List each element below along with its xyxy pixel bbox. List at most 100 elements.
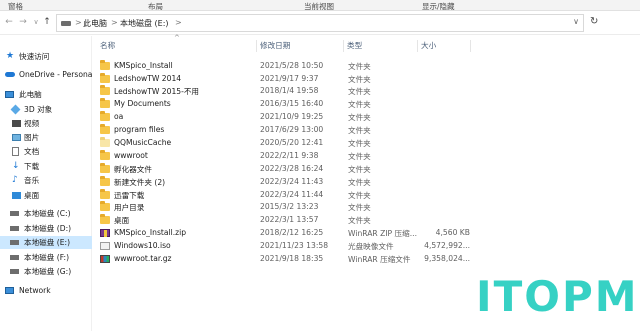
sidebar-item-music[interactable]: ♪ 音乐 (0, 174, 92, 187)
sidebar-item-label: 快速访问 (19, 52, 50, 61)
column-header-size[interactable]: 大小 (421, 40, 436, 54)
disc-image-icon (100, 242, 110, 250)
sidebar-item-desktop[interactable]: 桌面 (0, 189, 92, 202)
navigation-bar: ← → ∨ ↑ > 此电脑 > 本地磁盘 (E:) > ∨ ↻ (0, 11, 640, 35)
breadcrumb-separator[interactable]: > (75, 18, 82, 27)
file-name: 桌面 (114, 216, 130, 225)
file-row[interactable]: 用户目录 2015/3/2 13:23 文件夹 (96, 201, 470, 214)
file-type: 文件夹 (348, 203, 371, 212)
file-date: 2022/3/28 16:24 (260, 164, 324, 173)
arrow-left-icon[interactable]: ← (4, 16, 14, 28)
arrow-right-icon[interactable]: → (18, 16, 28, 28)
file-name: wwwroot (114, 151, 148, 160)
file-type: WinRAR 压缩文件 (348, 255, 411, 264)
file-type: 文件夹 (348, 191, 371, 200)
refresh-icon[interactable]: ↻ (590, 16, 598, 27)
file-row[interactable]: 新建文件夹 (2) 2022/3/24 11:43 文件夹 (96, 176, 470, 189)
column-divider[interactable] (417, 40, 418, 52)
file-date: 2020/5/20 12:41 (260, 138, 324, 147)
file-row[interactable]: QQMusicCache 2020/5/20 12:41 文件夹 (96, 137, 470, 150)
file-date: 2021/9/18 18:35 (260, 254, 324, 263)
sidebar-item-downloads[interactable]: ↓ 下载 (0, 160, 92, 173)
file-type: 文件夹 (348, 87, 371, 96)
folder-icon (100, 111, 110, 121)
sidebar-item-label: 视频 (24, 119, 40, 128)
sidebar-item-drive-f[interactable]: 本地磁盘 (F:) (0, 251, 92, 264)
file-row[interactable]: 桌面 2022/3/1 13:57 文件夹 (96, 214, 470, 227)
column-header-type[interactable]: 类型 (347, 40, 362, 54)
sidebar-item-drive-c[interactable]: 本地磁盘 (C:) (0, 207, 92, 220)
file-row[interactable]: LedshowTW 2015-不用 2018/1/4 19:58 文件夹 (96, 85, 470, 98)
column-divider[interactable] (256, 40, 257, 52)
file-type: 文件夹 (348, 113, 371, 122)
file-type: 文件夹 (348, 75, 371, 84)
file-name: Windows10.iso (114, 241, 171, 250)
download-icon: ↓ (12, 161, 20, 171)
folder-icon (100, 176, 110, 186)
file-row[interactable]: oa 2021/10/9 19:25 文件夹 (96, 111, 470, 124)
folder-icon (100, 73, 110, 83)
file-name: 孵化器文件 (114, 165, 152, 174)
file-date: 2015/3/2 13:23 (260, 202, 319, 211)
breadcrumb-this-pc[interactable]: 此电脑 (83, 18, 107, 29)
folder-icon (100, 98, 110, 108)
file-type: 光盘映像文件 (348, 242, 394, 251)
sidebar-item-label: Network (19, 286, 51, 295)
address-bar[interactable]: > 此电脑 > 本地磁盘 (E:) > ∨ (56, 14, 584, 32)
file-row[interactable]: My Documents 2016/3/15 16:40 文件夹 (96, 98, 470, 111)
sidebar-item-pictures[interactable]: 图片 (0, 131, 92, 144)
file-name: 迅雷下载 (114, 191, 145, 200)
watermark: ITOPM (476, 272, 639, 321)
file-name: My Documents (114, 99, 171, 108)
breadcrumb-separator[interactable]: > (175, 18, 182, 27)
file-row[interactable]: wwwroot 2022/2/11 9:38 文件夹 (96, 150, 470, 163)
breadcrumb-drive-e[interactable]: 本地磁盘 (E:) (120, 18, 169, 29)
file-name: LedshowTW 2014 (114, 74, 182, 83)
breadcrumb-separator[interactable]: > (111, 18, 118, 27)
cube-icon (10, 104, 21, 115)
sidebar-item-videos[interactable]: 视频 (0, 117, 92, 130)
address-dropdown-icon[interactable]: ∨ (573, 17, 579, 26)
file-row[interactable]: Windows10.iso 2021/11/23 13:58 光盘映像文件 4,… (96, 240, 470, 253)
sidebar-item-label: 本地磁盘 (G:) (24, 267, 72, 276)
file-date: 2022/3/24 11:43 (260, 177, 324, 186)
file-row[interactable]: KMSpico_Install.zip 2018/2/12 16:25 WinR… (96, 227, 470, 240)
column-header-name[interactable]: 名称 (100, 40, 115, 54)
sidebar-item-label: 下载 (24, 162, 40, 171)
file-type: WinRAR ZIP 压缩... (348, 229, 417, 238)
sidebar-item-documents[interactable]: 文档 (0, 145, 92, 158)
file-name: program files (114, 125, 165, 134)
file-date: 2016/3/15 16:40 (260, 99, 324, 108)
file-row[interactable]: program files 2017/6/29 13:00 文件夹 (96, 124, 470, 137)
chevron-down-icon[interactable]: ∨ (31, 16, 41, 28)
sidebar-item-drive-g[interactable]: 本地磁盘 (G:) (0, 265, 92, 278)
folder-icon (100, 201, 110, 211)
arrow-up-icon[interactable]: ↑ (42, 16, 52, 28)
sidebar-item-drive-d[interactable]: 本地磁盘 (D:) (0, 222, 92, 235)
sidebar-item-quick-access[interactable]: ★ 快速访问 (0, 50, 92, 63)
sidebar-item-this-pc[interactable]: 此电脑 (0, 88, 92, 101)
folder-icon (100, 150, 110, 160)
folder-icon (100, 189, 110, 199)
drive-icon (10, 211, 19, 216)
file-date: 2021/10/9 19:25 (260, 112, 324, 121)
folder-icon (100, 60, 110, 70)
file-row[interactable]: 孵化器文件 2022/3/28 16:24 文件夹 (96, 163, 470, 176)
sidebar-item-label: 本地磁盘 (F:) (24, 253, 70, 262)
desktop-icon (12, 192, 21, 199)
column-divider[interactable] (343, 40, 344, 52)
column-divider[interactable] (470, 40, 471, 52)
sidebar-item-drive-e[interactable]: 本地磁盘 (E:) (0, 236, 92, 249)
sidebar-item-network[interactable]: Network (0, 284, 92, 297)
file-row[interactable]: KMSpico_Install 2021/5/28 10:50 文件夹 (96, 60, 470, 73)
drive-icon (10, 269, 19, 274)
file-name: wwwroot.tar.gz (114, 254, 172, 263)
sort-ascending-icon: ^ (174, 34, 180, 42)
file-row[interactable]: wwwroot.tar.gz 2021/9/18 18:35 WinRAR 压缩… (96, 253, 470, 266)
file-date: 2018/2/12 16:25 (260, 228, 324, 237)
file-size: 4,560 KB (435, 228, 470, 237)
column-header-date[interactable]: 修改日期 (260, 40, 290, 54)
sidebar-item-label: 桌面 (24, 191, 40, 200)
sidebar-item-onedrive[interactable]: OneDrive - Persona (0, 68, 92, 81)
sidebar-item-3d-objects[interactable]: 3D 对象 (0, 103, 92, 116)
